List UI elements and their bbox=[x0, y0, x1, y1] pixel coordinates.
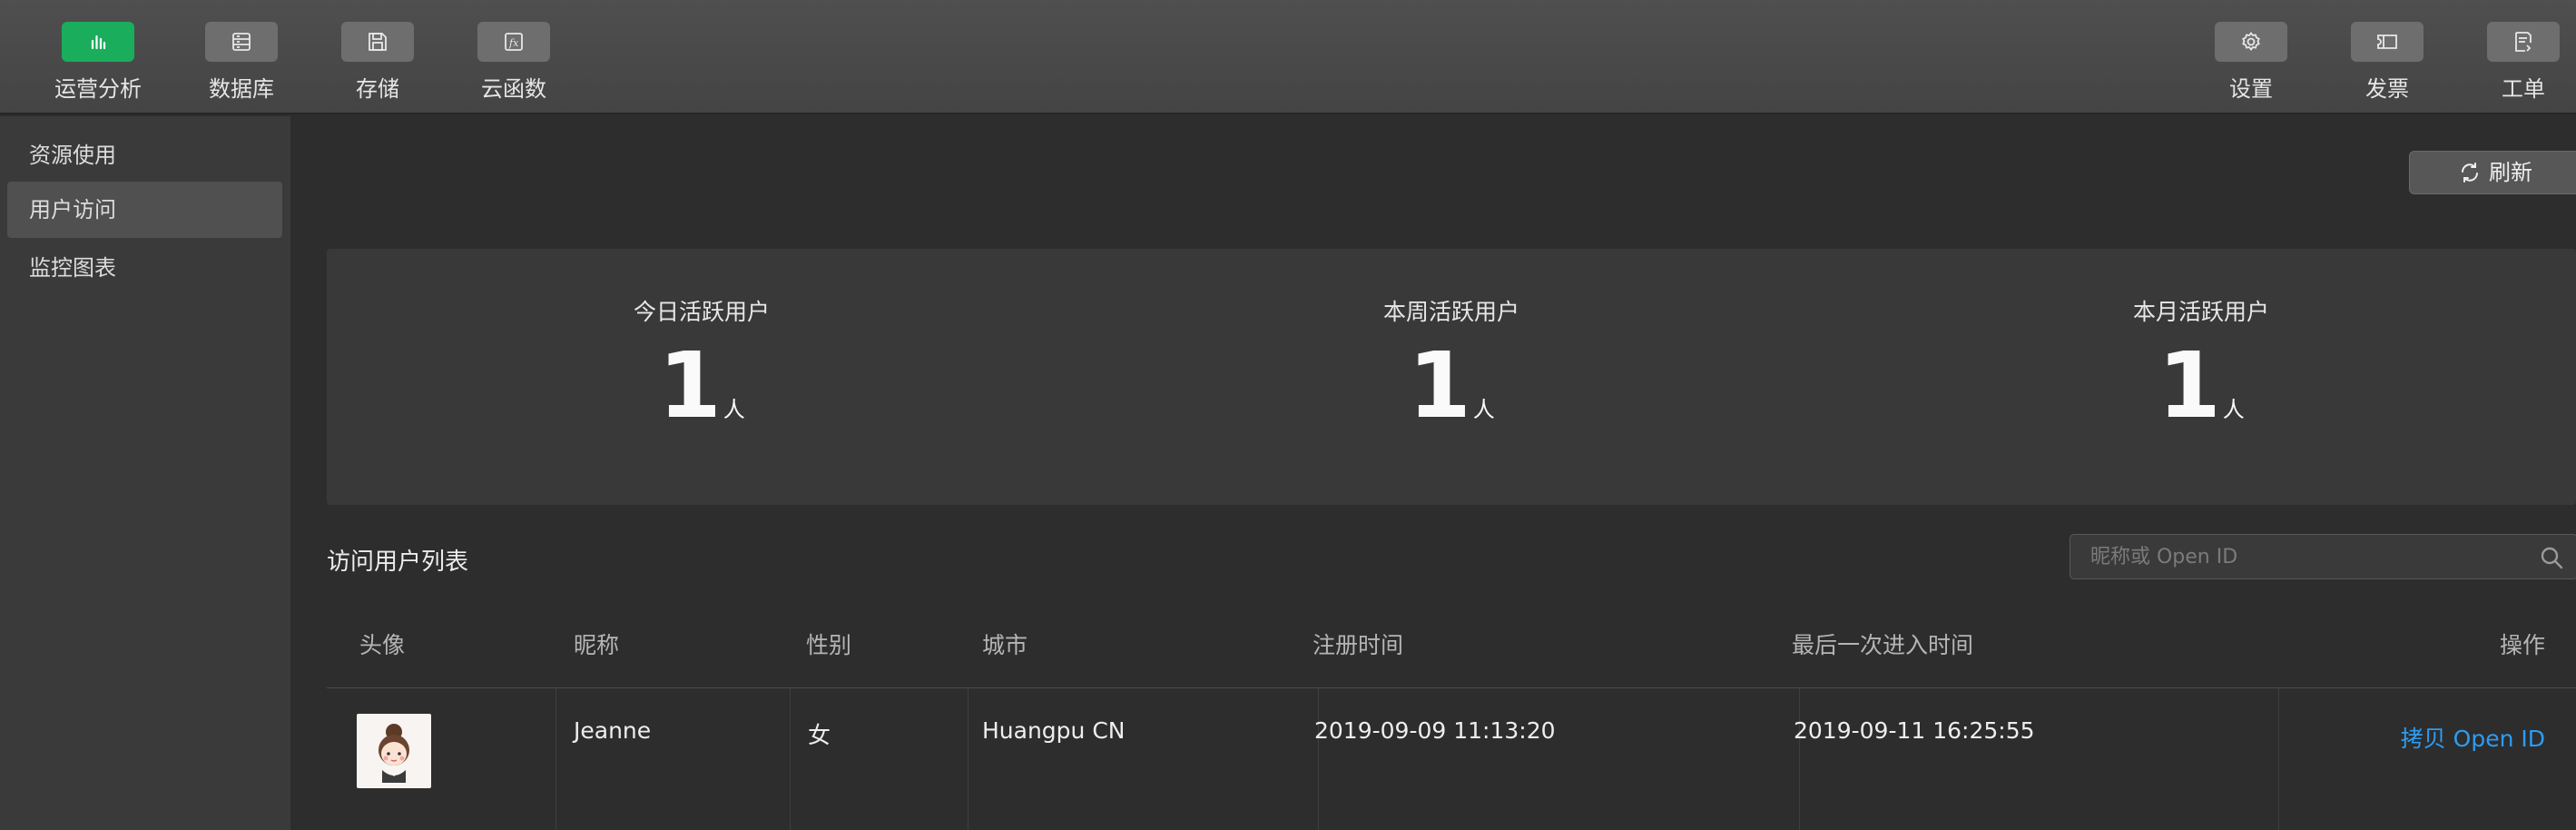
work-order-icon bbox=[2487, 22, 2560, 62]
cell-gender: 女 bbox=[808, 722, 831, 748]
refresh-button[interactable]: 刷新 bbox=[2409, 151, 2576, 194]
ticket-icon bbox=[2351, 22, 2424, 62]
active-users-panel: 今日活跃用户 1人 本周活跃用户 1人 本月活跃用户 1人 bbox=[327, 249, 2576, 505]
tool-storage-label: 存储 bbox=[356, 76, 399, 102]
table-row: Jeanne 女 Huangpu CN 2019-09-09 11:13:20 … bbox=[327, 688, 2576, 830]
sidebar-item-user-access[interactable]: 用户访问 bbox=[7, 182, 282, 238]
tool-database-label: 数据库 bbox=[209, 76, 274, 102]
tool-storage[interactable]: 存储 bbox=[323, 22, 432, 103]
tool-analytics[interactable]: 运营分析 bbox=[44, 22, 152, 103]
top-toolbar: 运营分析 数据库 存储 fx 云函数 设置 发票 工单 bbox=[0, 0, 2576, 114]
stat-weekly-active: 本周活跃用户 1人 bbox=[1077, 249, 1826, 505]
stat-value: 1 bbox=[658, 332, 722, 439]
user-list-title: 访问用户列表 bbox=[327, 548, 469, 576]
column-header-action: 操作 bbox=[2499, 632, 2545, 658]
tool-analytics-label: 运营分析 bbox=[54, 76, 142, 102]
tool-cloud-function-label: 云函数 bbox=[481, 76, 546, 102]
cell-last-visit: 2019-09-11 16:25:55 bbox=[1794, 717, 2035, 744]
tool-work-order-label: 工单 bbox=[2502, 76, 2545, 102]
stat-daily-active: 今日活跃用户 1人 bbox=[327, 249, 1077, 505]
avatar bbox=[357, 714, 431, 788]
gear-icon bbox=[2215, 22, 2287, 62]
tool-invoice[interactable]: 发票 bbox=[2333, 22, 2442, 103]
refresh-icon bbox=[2462, 163, 2478, 183]
search-icon[interactable] bbox=[2539, 545, 2564, 570]
tool-invoice-label: 发票 bbox=[2365, 76, 2409, 102]
stat-unit: 人 bbox=[723, 397, 745, 422]
svg-text:fx: fx bbox=[508, 37, 519, 49]
stat-title: 本月活跃用户 bbox=[2132, 299, 2269, 325]
stat-value: 1 bbox=[1408, 332, 1471, 439]
floppy-disk-icon bbox=[341, 22, 414, 62]
refresh-label: 刷新 bbox=[2489, 160, 2532, 185]
stat-monthly-active: 本月活跃用户 1人 bbox=[1826, 249, 2576, 505]
stat-unit: 人 bbox=[1472, 397, 1495, 422]
stat-title: 本周活跃用户 bbox=[1382, 299, 1519, 325]
column-header-nickname: 昵称 bbox=[574, 632, 620, 658]
sidebar: 资源使用 用户访问 监控图表 bbox=[0, 116, 290, 830]
cell-nickname: Jeanne bbox=[574, 717, 652, 744]
tool-database[interactable]: 数据库 bbox=[187, 22, 296, 103]
search-box bbox=[2070, 534, 2576, 579]
copy-open-id-link[interactable]: 拷贝 Open ID bbox=[2401, 721, 2545, 754]
stat-value: 1 bbox=[2158, 332, 2221, 439]
main-panel: 刷新 今日活跃用户 1人 本周活跃用户 1人 本月活跃用户 1人 访问用户列表 … bbox=[290, 116, 2576, 830]
tool-work-order[interactable]: 工单 bbox=[2469, 22, 2576, 103]
table-header: 头像 昵称 性别 城市 注册时间 最后一次进入时间 操作 bbox=[327, 603, 2576, 688]
stat-title: 今日活跃用户 bbox=[633, 299, 770, 325]
sidebar-item-resource-usage[interactable]: 资源使用 bbox=[7, 127, 282, 183]
cell-registered: 2019-09-09 11:13:20 bbox=[1314, 717, 1556, 744]
stat-unit: 人 bbox=[2222, 397, 2245, 422]
column-header-last-visit: 最后一次进入时间 bbox=[1792, 632, 1974, 658]
column-header-registered: 注册时间 bbox=[1313, 632, 1404, 658]
user-table: 头像 昵称 性别 城市 注册时间 最后一次进入时间 操作 Jeanne 女 Hu… bbox=[327, 603, 2576, 830]
bar-chart-icon bbox=[62, 22, 134, 62]
column-header-city: 城市 bbox=[982, 632, 1028, 658]
sidebar-item-monitoring-charts[interactable]: 监控图表 bbox=[7, 240, 282, 296]
tool-settings-label: 设置 bbox=[2229, 76, 2273, 102]
tool-cloud-function[interactable]: fx 云函数 bbox=[459, 22, 568, 103]
column-header-gender: 性别 bbox=[806, 632, 852, 658]
search-input[interactable] bbox=[2070, 535, 2524, 578]
tool-settings[interactable]: 设置 bbox=[2197, 22, 2306, 103]
database-icon bbox=[205, 22, 278, 62]
cell-city: Huangpu CN bbox=[982, 717, 1126, 744]
column-header-avatar: 头像 bbox=[359, 632, 406, 658]
function-icon: fx bbox=[477, 22, 550, 62]
